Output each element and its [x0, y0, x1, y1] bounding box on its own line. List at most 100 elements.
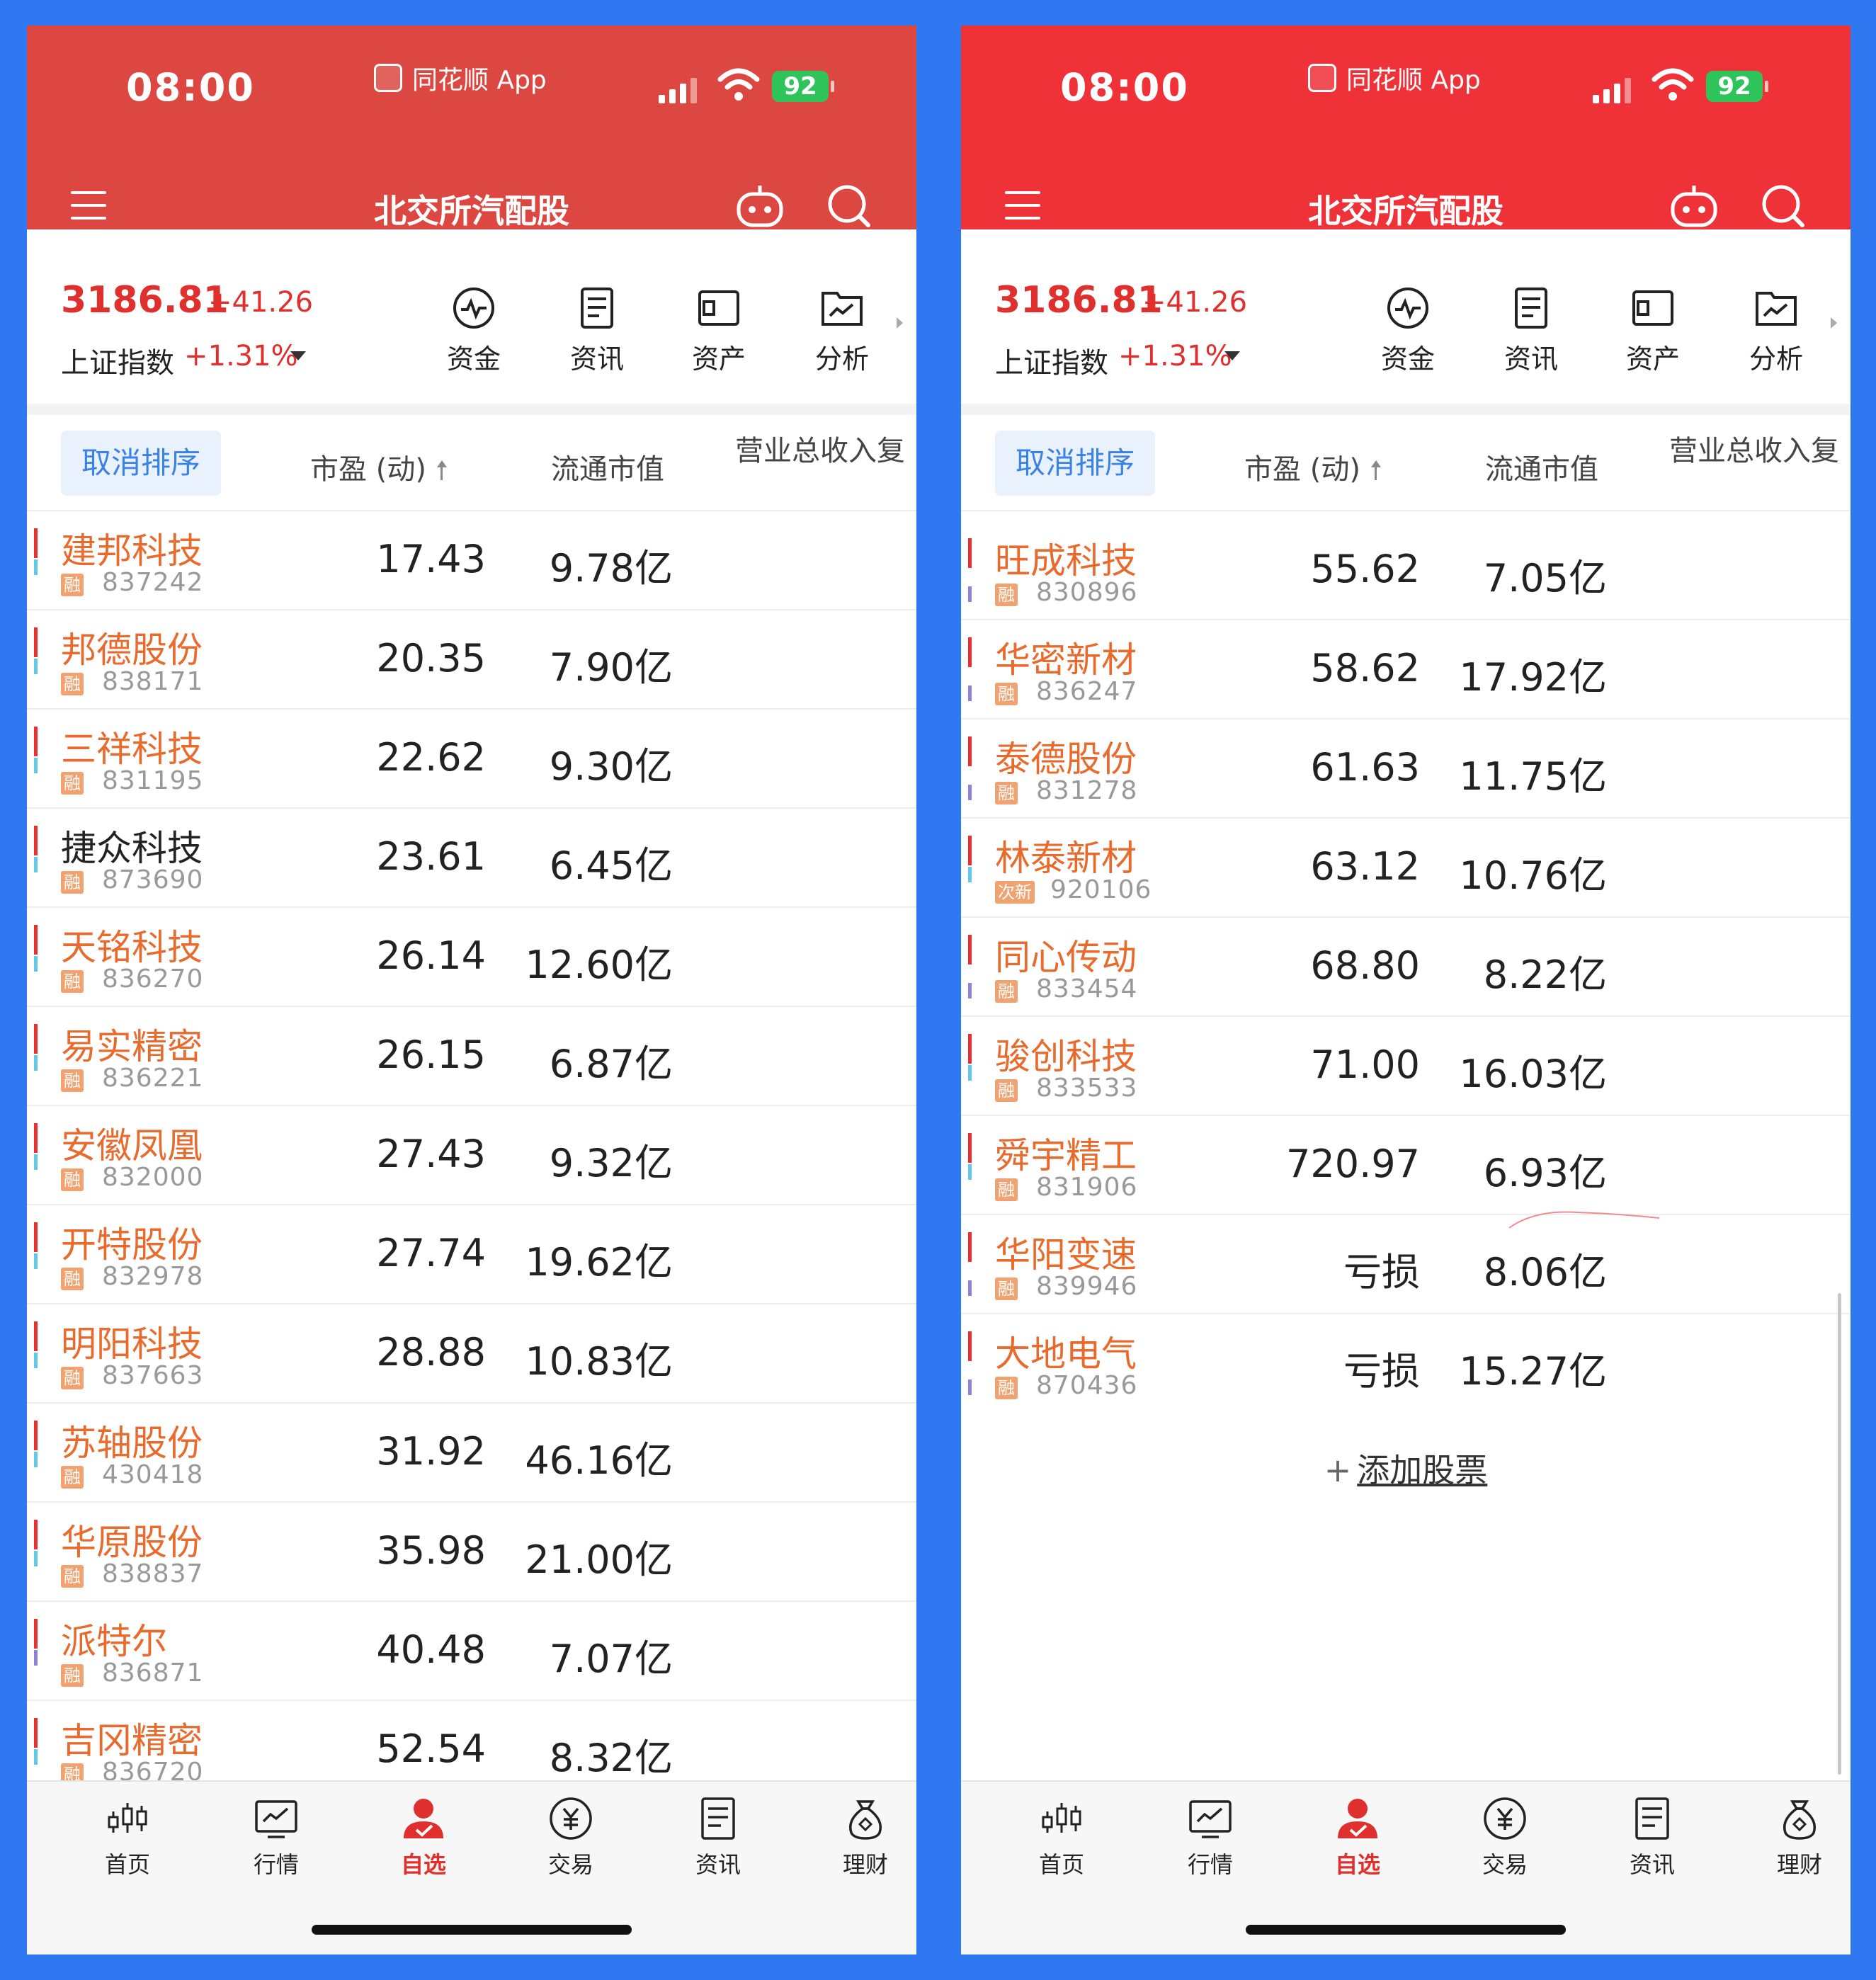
stock-name: 大地电气: [995, 1333, 1137, 1375]
index-value[interactable]: 3186.81: [61, 279, 229, 322]
stock-row[interactable]: 三祥科技融 831195 22.62 9.30亿: [27, 710, 916, 809]
stock-pe: 27.43: [376, 1132, 486, 1176]
tab-trade[interactable]: 交易: [1441, 1796, 1569, 1879]
home-indicator[interactable]: [312, 1925, 632, 1935]
stock-row[interactable]: 邦德股份融 838171 20.35 7.90亿: [27, 610, 916, 710]
index-change: +41.26: [1142, 286, 1248, 319]
stock-row[interactable]: 易实精密融 836221 26.15 6.87亿: [27, 1007, 916, 1106]
stock-market-value: 9.30亿: [549, 744, 673, 789]
tab-label: 首页: [104, 1851, 150, 1878]
tab-label: 理财: [842, 1851, 888, 1878]
tab-market[interactable]: 行情: [1147, 1796, 1274, 1879]
index-value[interactable]: 3186.81: [995, 279, 1163, 322]
robot-assistant-icon[interactable]: [1669, 184, 1719, 228]
scroll-right-icon[interactable]: [897, 317, 903, 329]
cellular-signal-icon: [659, 78, 697, 103]
stock-code: 836247: [1036, 677, 1138, 706]
quick-action-label: 资产: [691, 343, 746, 375]
watchlist-user-icon: [1338, 1799, 1377, 1838]
stock-row[interactable]: 天铭科技融 836270 26.14 12.60亿: [27, 908, 916, 1007]
cancel-sort-button[interactable]: 取消排序: [995, 431, 1155, 496]
tab-wealth[interactable]: 理财: [802, 1796, 916, 1879]
stock-row[interactable]: 派特尔融 836871 40.48 7.07亿: [27, 1602, 916, 1701]
column-pe[interactable]: 市盈 (动): [310, 446, 449, 487]
margin-tag: 融: [61, 871, 84, 894]
stock-row[interactable]: 骏创科技融 833533 71.00 16.03亿: [961, 1017, 1851, 1116]
quick-action-fund[interactable]: 资金: [1369, 286, 1447, 376]
quick-action-assets[interactable]: 资产: [680, 286, 758, 376]
column-revenue[interactable]: 营业总收入复: [735, 428, 905, 469]
new-listing-tag: 次新: [995, 881, 1035, 904]
stock-row[interactable]: 开特股份融 832978 27.74 19.62亿: [27, 1205, 916, 1304]
quick-action-analysis[interactable]: 分析: [1737, 286, 1815, 376]
tab-label: 交易: [547, 1851, 593, 1878]
tab-watchlist[interactable]: 自选: [360, 1796, 487, 1879]
stock-row[interactable]: 苏轴股份融 430418 31.92 46.16亿: [27, 1404, 916, 1503]
tab-trade[interactable]: 交易: [507, 1796, 635, 1879]
tab-news[interactable]: 资讯: [654, 1796, 782, 1879]
document-icon: [1515, 288, 1547, 329]
quick-action-fund[interactable]: 资金: [435, 286, 513, 376]
stock-row[interactable]: 华密新材融 836247 58.62 17.92亿: [961, 620, 1851, 719]
quick-action-news[interactable]: 资讯: [1492, 286, 1570, 376]
stock-row[interactable]: 建邦科技融 837242 17.43 9.78亿: [27, 511, 916, 610]
stock-row[interactable]: 旺成科技融 830896 55.62 7.05亿: [961, 521, 1851, 620]
stock-market-value: 15.27亿: [1459, 1349, 1607, 1394]
tab-wealth[interactable]: 理财: [1736, 1796, 1851, 1879]
search-icon[interactable]: [826, 183, 871, 228]
column-revenue[interactable]: 营业总收入复: [1669, 428, 1839, 469]
tab-home[interactable]: 首页: [998, 1796, 1125, 1879]
quick-action-news[interactable]: 资讯: [558, 286, 636, 376]
tab-watchlist[interactable]: 自选: [1294, 1796, 1421, 1879]
stock-code: 838171: [102, 667, 204, 696]
cancel-sort-button[interactable]: 取消排序: [61, 431, 221, 496]
stock-name: 林泰新材: [995, 838, 1137, 879]
margin-tag: 融: [61, 1367, 84, 1389]
stock-row[interactable]: 安徽凤凰融 832000 27.43 9.32亿: [27, 1106, 916, 1205]
column-market-value[interactable]: 流通市值: [551, 446, 664, 487]
index-name[interactable]: 上证指数: [61, 340, 174, 381]
index-dropdown-caret-icon[interactable]: [1224, 351, 1240, 360]
stock-row[interactable]: 捷众科技融 873690 23.61 6.45亿: [27, 809, 916, 908]
quick-action-analysis[interactable]: 分析: [803, 286, 881, 376]
index-dropdown-caret-icon[interactable]: [290, 351, 306, 360]
column-pe-label: 市盈 (动): [1244, 453, 1360, 486]
tab-news[interactable]: 资讯: [1588, 1796, 1716, 1879]
stock-code: 839946: [1036, 1272, 1138, 1301]
stock-pe: 35.98: [376, 1528, 486, 1573]
tab-label: 首页: [1038, 1851, 1084, 1878]
robot-assistant-icon[interactable]: [735, 184, 785, 228]
stock-pe: 亏损: [1343, 1349, 1420, 1394]
stock-row[interactable]: 舜宇精工融 831906 720.97 6.93亿: [961, 1116, 1851, 1215]
quick-action-assets[interactable]: 资产: [1614, 286, 1692, 376]
market-chart-icon: [255, 1800, 297, 1838]
stock-row[interactable]: 同心传动融 833454 68.80 8.22亿: [961, 918, 1851, 1017]
tab-home[interactable]: 首页: [64, 1796, 191, 1879]
scroll-right-icon[interactable]: [1831, 317, 1837, 329]
stock-market-value: 8.06亿: [1483, 1250, 1607, 1295]
stock-row[interactable]: 华原股份融 838837 35.98 21.00亿: [27, 1503, 916, 1602]
column-pe[interactable]: 市盈 (动): [1244, 446, 1383, 487]
stock-code: 838837: [102, 1559, 204, 1588]
status-app-label: 同花顺 App: [374, 59, 547, 96]
margin-tag: 融: [61, 970, 84, 993]
quick-action-label: 资金: [446, 343, 501, 375]
stock-row[interactable]: 林泰新材 次新 920106 63.12 10.76亿: [961, 819, 1851, 918]
stock-row[interactable]: 明阳科技融 837663 28.88 10.83亿: [27, 1304, 916, 1404]
index-name[interactable]: 上证指数: [995, 340, 1108, 381]
stock-row[interactable]: 大地电气融 870436 亏损 15.27亿: [961, 1314, 1851, 1413]
stock-row[interactable]: 华阳变速融 839946 亏损 8.06亿: [961, 1215, 1851, 1314]
add-stock-button[interactable]: + 添加股票: [961, 1445, 1851, 1491]
scrollbar[interactable]: [1838, 1293, 1841, 1775]
stock-pe: 22.62: [376, 735, 486, 780]
stock-row[interactable]: 泰德股份融 831278 61.63 11.75亿: [961, 719, 1851, 819]
search-icon[interactable]: [1760, 183, 1805, 228]
stock-market-value: 7.90亿: [549, 645, 673, 690]
tab-label: 行情: [1187, 1851, 1233, 1878]
tab-market[interactable]: 行情: [212, 1796, 340, 1879]
column-market-value[interactable]: 流通市值: [1485, 446, 1598, 487]
stock-name: 同心传动: [995, 937, 1137, 978]
home-indicator[interactable]: [1246, 1925, 1566, 1935]
status-time: 08:00: [126, 65, 255, 110]
margin-tag: 融: [995, 1377, 1018, 1399]
